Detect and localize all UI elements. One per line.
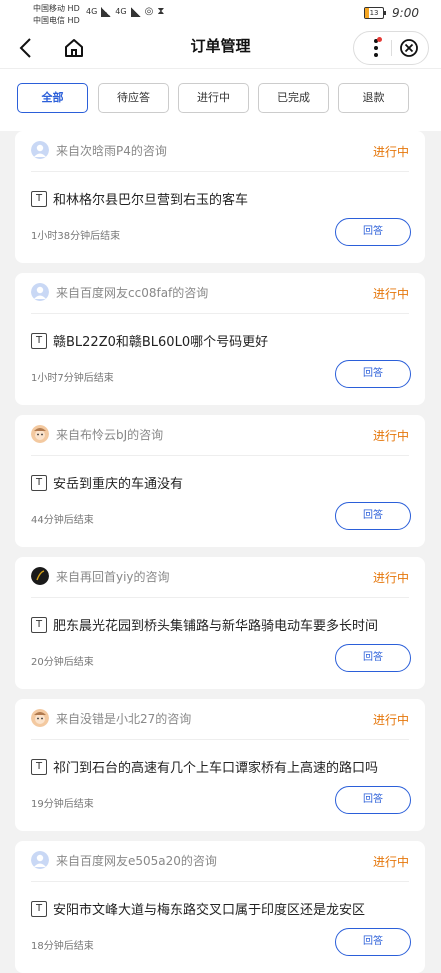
status-badge: 进行中 bbox=[372, 145, 409, 159]
cartoon-avatar-icon bbox=[31, 709, 49, 727]
order-card: 来自百度网友e505a20的咨询 进行中 T 安阳市文峰大道与梅东路交叉口属于印… bbox=[15, 841, 425, 973]
remaining-time: 1小时7分钟后结束 bbox=[31, 373, 114, 384]
network-type-2: 4G bbox=[115, 7, 127, 16]
default-avatar-icon bbox=[31, 851, 49, 869]
answer-button[interactable]: 回答 bbox=[335, 360, 411, 388]
text-type-icon: T bbox=[31, 190, 47, 207]
question-row[interactable]: T 安阳市文峰大道与梅东路交叉口属于印度区还是龙安区 bbox=[31, 899, 365, 918]
capsule-divider bbox=[391, 40, 392, 56]
tab-completed[interactable]: 已完成 bbox=[258, 83, 329, 113]
text-type-icon: T bbox=[31, 900, 47, 917]
filter-tabs: 全部 待应答 进行中 已完成 退款 bbox=[0, 68, 441, 131]
order-header: 来自没错是小北27的咨询 bbox=[31, 709, 191, 727]
question-row[interactable]: T 祁门到石台的高速有几个上车口谭家桥有上高速的路口吗 bbox=[31, 757, 378, 776]
consult-source: 来自次晗雨P4的咨询 bbox=[56, 143, 167, 158]
clock: 9:00 bbox=[392, 6, 419, 20]
question-text: 安阳市文峰大道与梅东路交叉口属于印度区还是龙安区 bbox=[53, 903, 366, 918]
question-text: 肥东晨光花园到桥头集铺路与新华路骑电动车要多长时间 bbox=[53, 619, 379, 634]
order-card: 来自百度网友cc08faf的咨询 进行中 T 赣BL22Z0和赣BL60L0哪个… bbox=[15, 273, 425, 405]
status-right: 13 9:00 bbox=[364, 6, 419, 20]
question-row[interactable]: T 肥东晨光花园到桥头集铺路与新华路骑电动车要多长时间 bbox=[31, 615, 378, 634]
consult-source: 来自没错是小北27的咨询 bbox=[56, 711, 192, 726]
status-bar: 中国移动 HD 中国电信 HD 4G 4G ◎ ⧗ 13 9:00 bbox=[0, 0, 441, 28]
answer-button[interactable]: 回答 bbox=[335, 218, 411, 246]
hotspot-icon: ◎ bbox=[144, 6, 154, 17]
hd-badge-2: HD bbox=[67, 16, 80, 25]
divider bbox=[31, 171, 409, 172]
consult-source: 来自再回首yiy的咨询 bbox=[56, 569, 170, 584]
default-avatar-icon bbox=[31, 283, 49, 301]
answer-button[interactable]: 回答 bbox=[335, 928, 411, 956]
tab-all[interactable]: 全部 bbox=[17, 83, 88, 113]
signal-icons: 4G 4G ◎ ⧗ bbox=[86, 6, 164, 17]
remaining-time: 1小时38分钟后结束 bbox=[31, 231, 121, 242]
divider bbox=[31, 881, 409, 882]
status-badge: 进行中 bbox=[372, 571, 409, 585]
remaining-time: 18分钟后结束 bbox=[31, 941, 94, 952]
mini-program-capsule bbox=[353, 31, 429, 65]
order-card: 来自再回首yiy的咨询 进行中 T 肥东晨光花园到桥头集铺路与新华路骑电动车要多… bbox=[15, 557, 425, 689]
notification-dot bbox=[377, 37, 382, 42]
question-text: 和林格尔县巴尔旦营到右玉的客车 bbox=[53, 193, 249, 208]
status-badge: 进行中 bbox=[372, 855, 409, 869]
consult-source: 来自百度网友e505a20的咨询 bbox=[56, 853, 217, 868]
signal-icon bbox=[101, 6, 112, 17]
order-card: 来自次晗雨P4的咨询 进行中 T 和林格尔县巴尔旦营到右玉的客车 1小时38分钟… bbox=[15, 131, 425, 263]
question-row[interactable]: T 赣BL22Z0和赣BL60L0哪个号码更好 bbox=[31, 331, 268, 350]
divider bbox=[31, 597, 409, 598]
question-text: 安岳到重庆的车通没有 bbox=[53, 477, 184, 492]
carrier-info: 中国移动 HD 中国电信 HD bbox=[33, 3, 80, 27]
question-text: 祁门到石台的高速有几个上车口谭家桥有上高速的路口吗 bbox=[53, 761, 379, 776]
carrier-2: 中国电信 bbox=[33, 16, 65, 25]
tab-in-progress[interactable]: 进行中 bbox=[178, 83, 249, 113]
nav-bar: 订单管理 bbox=[0, 28, 441, 68]
status-badge: 进行中 bbox=[372, 429, 409, 443]
carrier-1: 中国移动 bbox=[33, 4, 65, 13]
dark-avatar-icon bbox=[31, 567, 49, 585]
battery-level: 13 bbox=[369, 9, 379, 17]
answer-button[interactable]: 回答 bbox=[335, 786, 411, 814]
text-type-icon: T bbox=[31, 332, 47, 349]
order-header: 来自布怜云bJ的咨询 bbox=[31, 425, 163, 443]
divider bbox=[31, 313, 409, 314]
hd-badge-1: HD bbox=[67, 4, 80, 13]
answer-button[interactable]: 回答 bbox=[335, 644, 411, 672]
order-header: 来自百度网友cc08faf的咨询 bbox=[31, 283, 208, 301]
order-header: 来自再回首yiy的咨询 bbox=[31, 567, 170, 585]
remaining-time: 19分钟后结束 bbox=[31, 799, 94, 810]
order-header: 来自次晗雨P4的咨询 bbox=[31, 141, 167, 159]
remaining-time: 20分钟后结束 bbox=[31, 657, 94, 668]
divider bbox=[31, 455, 409, 456]
answer-button[interactable]: 回答 bbox=[335, 502, 411, 530]
status-badge: 进行中 bbox=[372, 287, 409, 301]
default-avatar-icon bbox=[31, 141, 49, 159]
order-card: 来自布怜云bJ的咨询 进行中 T 安岳到重庆的车通没有 44分钟后结束 回答 bbox=[15, 415, 425, 547]
text-type-icon: T bbox=[31, 758, 47, 775]
tab-pending[interactable]: 待应答 bbox=[98, 83, 169, 113]
question-text: 赣BL22Z0和赣BL60L0哪个号码更好 bbox=[53, 335, 269, 350]
network-type-1: 4G bbox=[86, 7, 98, 16]
question-row[interactable]: T 和林格尔县巴尔旦营到右玉的客车 bbox=[31, 189, 248, 208]
consult-source: 来自百度网友cc08faf的咨询 bbox=[56, 285, 209, 300]
tab-refund[interactable]: 退款 bbox=[338, 83, 409, 113]
cartoon-avatar-icon bbox=[31, 425, 49, 443]
remaining-time: 44分钟后结束 bbox=[31, 515, 94, 526]
more-options-icon[interactable] bbox=[366, 36, 386, 60]
question-row[interactable]: T 安岳到重庆的车通没有 bbox=[31, 473, 183, 492]
order-header: 来自百度网友e505a20的咨询 bbox=[31, 851, 217, 869]
consult-source: 来自布怜云bJ的咨询 bbox=[56, 427, 164, 442]
battery-icon: 13 bbox=[364, 7, 387, 19]
hourglass-icon: ⧗ bbox=[157, 6, 165, 17]
status-badge: 进行中 bbox=[372, 713, 409, 727]
text-type-icon: T bbox=[31, 474, 47, 491]
signal-icon bbox=[130, 6, 141, 17]
order-card: 来自没错是小北27的咨询 进行中 T 祁门到石台的高速有几个上车口谭家桥有上高速… bbox=[15, 699, 425, 831]
divider bbox=[31, 739, 409, 740]
text-type-icon: T bbox=[31, 616, 47, 633]
close-circle-icon[interactable] bbox=[399, 38, 419, 58]
